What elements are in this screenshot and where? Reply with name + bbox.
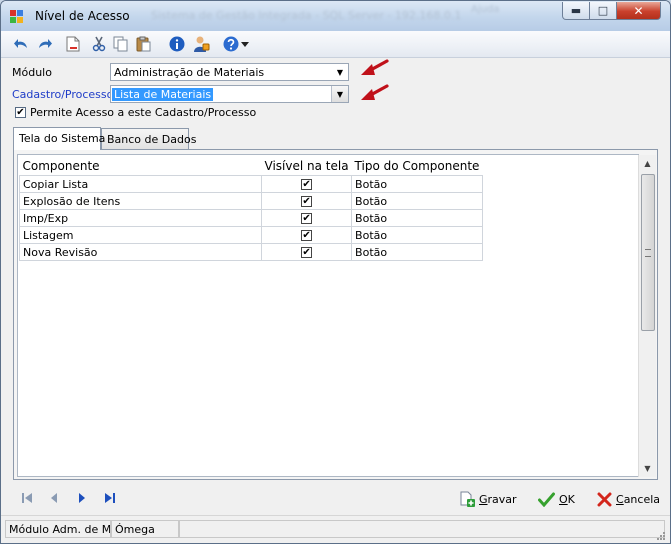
nivel-acesso-window: Nível de Acesso Sistema de Gestão Integr… [0, 0, 671, 544]
cell-visivel[interactable]: ✔ [260, 209, 353, 227]
cancela-label: Cancela [616, 492, 661, 506]
tab-banco-de-dados[interactable]: Banco de Dados [101, 128, 196, 149]
user-access-icon[interactable] [192, 35, 210, 53]
title-bar[interactable]: Nível de Acesso Sistema de Gestão Integr… [1, 1, 670, 31]
scroll-up-icon[interactable]: ▲ [639, 155, 656, 172]
table-row[interactable]: Copiar Lista ✔ Botão [19, 175, 483, 193]
grip-icon [645, 249, 651, 257]
checkmark-icon [538, 492, 555, 507]
visible-checkbox[interactable]: ✔ [301, 196, 313, 207]
cell-tipo[interactable]: Botão [351, 226, 483, 244]
cell-tipo[interactable]: Botão [351, 192, 483, 210]
table-row[interactable]: Explosão de Itens ✔ Botão [19, 192, 483, 210]
help-icon[interactable] [222, 35, 240, 53]
cadastro-processo-value: Lista de Materiais [112, 88, 214, 101]
ok-button[interactable]: OK [538, 489, 575, 509]
previous-record-icon[interactable] [45, 489, 63, 507]
components-grid[interactable]: Componente Visível na tela Tipo do Compo… [17, 154, 639, 477]
red-arrow-annotation-icon [361, 84, 389, 100]
info-icon[interactable] [168, 35, 186, 53]
cell-componente[interactable]: Imp/Exp [19, 209, 262, 227]
background-window-title: Sistema de Gestão Integrada - SQL Server… [151, 9, 462, 22]
ok-label: OK [559, 492, 575, 506]
cell-tipo[interactable]: Botão [351, 243, 483, 261]
cadastro-processo-select[interactable]: Lista de Materiais ▼ [110, 85, 349, 103]
table-row[interactable]: Listagem ✔ Botão [19, 226, 483, 244]
cell-visivel[interactable]: ✔ [260, 226, 353, 244]
modulo-select[interactable]: Administração de Materiais ▼ [110, 63, 349, 81]
cancel-x-icon [597, 492, 612, 506]
status-panel-module: Módulo Adm. de Materiais [5, 520, 111, 538]
table-row[interactable]: Imp/Exp ✔ Botão [19, 209, 483, 227]
visible-checkbox[interactable]: ✔ [301, 230, 313, 241]
cadastro-processo-label: Cadastro/Processo [12, 88, 114, 101]
cell-componente[interactable]: Listagem [19, 226, 262, 244]
new-document-icon[interactable] [64, 35, 82, 53]
column-header-visivel[interactable]: Visível na tela [261, 156, 352, 176]
column-header-tipo[interactable]: Tipo do Componente [351, 156, 483, 176]
scroll-down-icon[interactable]: ▼ [639, 460, 656, 477]
gravar-button[interactable]: Gravar [459, 489, 517, 509]
cell-componente[interactable]: Copiar Lista [19, 175, 262, 193]
modulo-label: Módulo [12, 66, 52, 79]
cell-componente[interactable]: Explosão de Itens [19, 192, 262, 210]
cancela-button[interactable]: Cancela [597, 489, 660, 509]
status-bar: Módulo Adm. de Materiais Ómega [1, 515, 670, 543]
cell-visivel[interactable]: ✔ [260, 175, 353, 193]
toolbar [1, 31, 670, 58]
save-icon [460, 491, 475, 507]
status-panel-extra [179, 520, 665, 538]
help-dropdown-chevron-down-icon[interactable] [239, 35, 251, 53]
window-title: Nível de Acesso [35, 9, 130, 23]
cut-icon[interactable] [90, 35, 108, 53]
chevron-down-icon[interactable]: ▼ [332, 64, 348, 80]
last-record-icon[interactable] [101, 489, 119, 507]
maximize-button[interactable]: □ [589, 2, 617, 20]
background-window-menu: Ajuda [471, 4, 500, 15]
paste-icon[interactable] [135, 35, 153, 53]
copy-icon[interactable] [112, 35, 130, 53]
status-panel-user: Ómega [111, 520, 179, 538]
grid-vertical-scrollbar[interactable]: ▲ ▼ [638, 155, 656, 477]
chevron-down-icon[interactable]: ▼ [331, 86, 348, 102]
first-record-icon[interactable] [18, 489, 36, 507]
cell-visivel[interactable]: ✔ [260, 243, 353, 261]
undo-icon[interactable] [12, 35, 30, 53]
scroll-thumb[interactable] [641, 174, 655, 331]
red-arrow-annotation-icon [361, 59, 389, 75]
cell-componente[interactable]: Nova Revisão [19, 243, 262, 261]
app-icon [10, 10, 24, 24]
cell-tipo[interactable]: Botão [351, 209, 483, 227]
cell-tipo[interactable]: Botão [351, 175, 483, 193]
visible-checkbox[interactable]: ✔ [301, 247, 313, 258]
permite-acesso-checkbox[interactable]: ✔ [15, 107, 26, 118]
visible-checkbox[interactable]: ✔ [301, 179, 313, 190]
components-table: Componente Visível na tela Tipo do Compo… [19, 156, 483, 261]
redo-icon[interactable] [36, 35, 54, 53]
column-header-componente[interactable]: Componente [19, 156, 262, 176]
resize-grip-icon[interactable] [656, 531, 666, 541]
visible-checkbox[interactable]: ✔ [301, 213, 313, 224]
close-button[interactable]: ✕ [616, 2, 661, 20]
minimize-button[interactable]: ▬ [562, 2, 590, 20]
permite-acesso-label: Permite Acesso a este Cadastro/Processo [30, 106, 257, 119]
table-row[interactable]: Nova Revisão ✔ Botão [19, 243, 483, 261]
cell-visivel[interactable]: ✔ [260, 192, 353, 210]
next-record-icon[interactable] [73, 489, 91, 507]
tab-tela-do-sistema[interactable]: Tela do Sistema [13, 127, 105, 150]
gravar-label: Gravar [479, 492, 517, 506]
modulo-value: Administração de Materiais [114, 66, 265, 79]
